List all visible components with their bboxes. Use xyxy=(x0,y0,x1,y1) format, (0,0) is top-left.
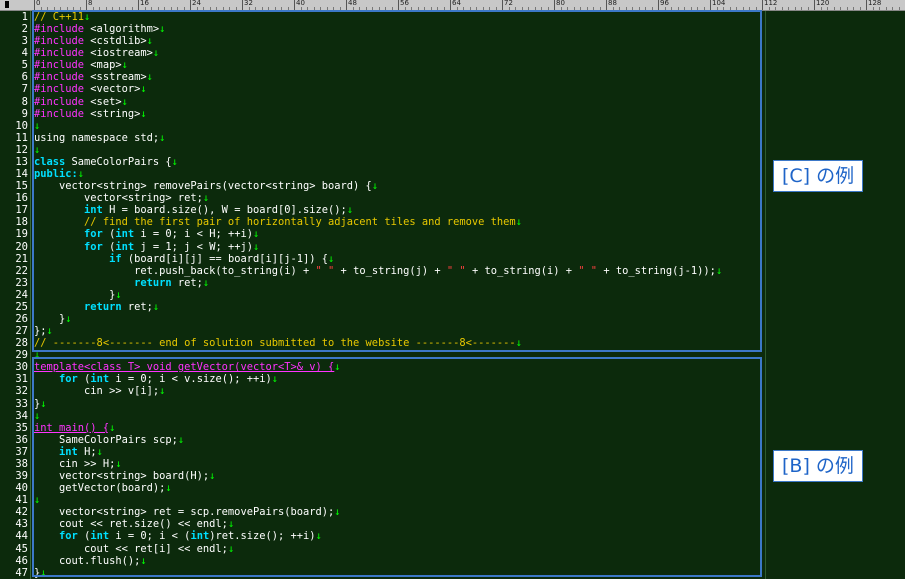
ruler-tick: 80 xyxy=(554,0,565,10)
ruler-minor-tick xyxy=(859,7,861,10)
line-number: 16 xyxy=(15,192,28,205)
ruler-tick: 64 xyxy=(450,0,461,10)
line-number: 44 xyxy=(15,530,28,543)
ruler-minor-tick xyxy=(768,7,770,10)
line-number: 17 xyxy=(15,204,28,217)
ruler-minor-tick xyxy=(833,7,835,10)
line-number: 30 xyxy=(15,361,28,374)
line-number: 9 xyxy=(21,107,28,120)
ruler-minor-tick xyxy=(853,7,854,10)
line-number: 40 xyxy=(15,482,28,495)
line-number: 15 xyxy=(15,180,28,193)
ruler-tick: 16 xyxy=(138,0,149,10)
line-number: 3 xyxy=(21,35,28,48)
ruler-minor-tick xyxy=(775,7,776,10)
ruler-minor-tick xyxy=(801,7,802,10)
ruler-tick: 72 xyxy=(502,0,513,10)
line-number: 29 xyxy=(15,349,28,362)
line-number: 27 xyxy=(15,325,28,338)
line-number: 26 xyxy=(15,313,28,325)
line-number: 13 xyxy=(15,155,28,168)
line-number: 43 xyxy=(15,518,28,531)
ruler-tick: 24 xyxy=(190,0,201,10)
line-number: 7 xyxy=(21,83,28,96)
line-number: 2 xyxy=(21,23,28,36)
line-number: 37 xyxy=(15,445,28,458)
ruler-minor-tick xyxy=(788,7,789,10)
line-number: 10 xyxy=(15,119,28,132)
ruler-cursor-marker xyxy=(5,1,9,8)
ruler-tick: 32 xyxy=(242,0,253,10)
line-number: 6 xyxy=(21,71,28,84)
ruler-minor-tick xyxy=(827,7,828,10)
line-number: 20 xyxy=(15,240,28,253)
right-margin-guide xyxy=(765,11,766,579)
line-number: 35 xyxy=(15,421,28,434)
ruler-minor-tick xyxy=(820,7,822,10)
line-number: 4 xyxy=(21,47,28,60)
line-number: 33 xyxy=(15,397,28,410)
line-number: 8 xyxy=(21,95,28,108)
ruler-minor-tick xyxy=(872,7,874,10)
line-number: 28 xyxy=(15,337,28,350)
line-number: 45 xyxy=(15,542,28,555)
line-number: 14 xyxy=(15,168,28,181)
ruler-tick: 48 xyxy=(346,0,357,10)
test-harness-section-box xyxy=(32,357,762,577)
line-number: 19 xyxy=(15,228,28,241)
ruler-minor-tick xyxy=(885,7,887,10)
line-number: 31 xyxy=(15,373,28,386)
ruler-minor-tick xyxy=(879,7,880,10)
ruler-minor-tick xyxy=(892,7,893,10)
line-number: 36 xyxy=(15,433,28,446)
line-number: 21 xyxy=(15,252,28,265)
line-number: 18 xyxy=(15,216,28,229)
c-example-label: [C] の例 xyxy=(773,160,864,192)
solution-section-box xyxy=(32,10,762,352)
ruler-tick: 96 xyxy=(658,0,669,10)
ruler-minor-tick xyxy=(807,7,809,10)
line-number: 38 xyxy=(15,457,28,470)
ruler-minor-tick xyxy=(846,7,848,10)
line-number: 34 xyxy=(15,409,28,422)
b-example-label: [B] の例 xyxy=(773,450,863,482)
line-number: 25 xyxy=(15,300,28,313)
line-number: 11 xyxy=(15,131,28,144)
ruler-minor-tick xyxy=(898,7,900,10)
line-number: 1 xyxy=(21,11,28,23)
ruler-tick: 40 xyxy=(294,0,305,10)
line-number: 23 xyxy=(15,276,28,289)
ruler-tick: 8 xyxy=(86,0,92,10)
line-number: 46 xyxy=(15,554,28,567)
line-number: 41 xyxy=(15,494,28,507)
ruler-minor-tick xyxy=(840,7,841,10)
gutter-divider xyxy=(30,11,31,579)
line-number: 24 xyxy=(15,288,28,301)
line-number-gutter: 1 2 3 4 5 6 7 8 9 10 11 12 13 14 15 16 17 18 19 20 21 22 23 24 2… xyxy=(0,11,31,579)
line-number: 22 xyxy=(15,264,28,277)
line-number: 32 xyxy=(15,385,28,398)
line-number: 42 xyxy=(15,506,28,519)
ruler-minor-tick xyxy=(781,7,783,10)
ruler-tick: 0 xyxy=(34,0,40,10)
line-number: 39 xyxy=(15,470,28,483)
ruler-minor-tick xyxy=(794,7,796,10)
line-number: 5 xyxy=(21,59,28,72)
line-number: 12 xyxy=(15,143,28,156)
line-number: 47 xyxy=(15,566,28,579)
ruler-tick: 56 xyxy=(398,0,409,10)
ruler-tick: 88 xyxy=(606,0,617,10)
